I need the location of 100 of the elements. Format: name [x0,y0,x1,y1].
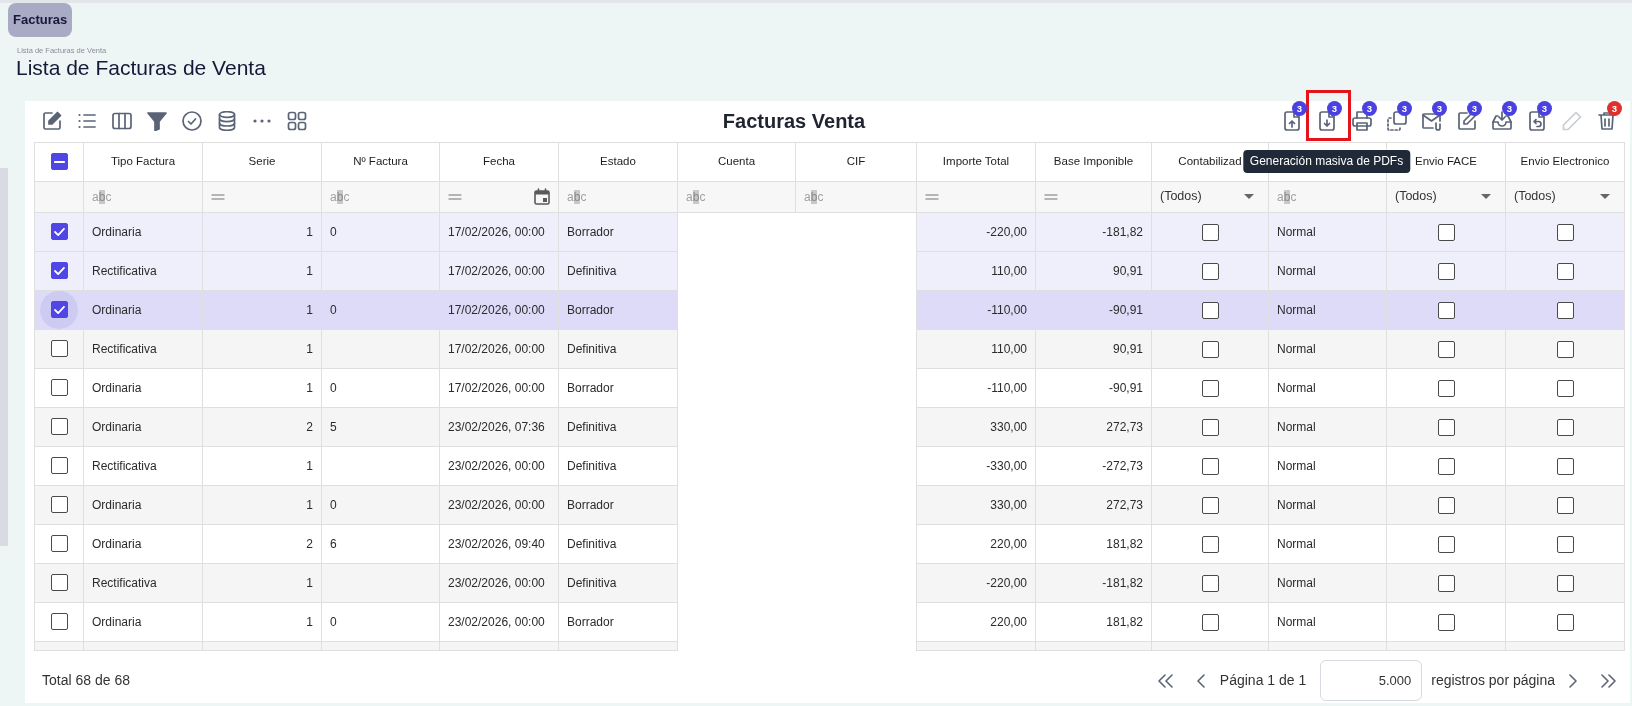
table-cell: Borrador [558,290,678,329]
checkbox[interactable] [1437,262,1455,280]
select-all-checkbox[interactable] [50,153,68,171]
row-checkbox[interactable] [50,223,68,240]
checkbox[interactable] [1556,262,1574,280]
check-icon [53,227,65,236]
table-cell: 1 [202,485,322,524]
table-cell: -220,00 [916,563,1036,602]
check-circle-icon [181,111,202,132]
table-cell: Borrador [558,602,678,641]
checkbox[interactable] [1437,457,1455,475]
row-checkbox[interactable] [50,574,68,591]
caret-icon [1244,194,1254,199]
column-header[interactable]: Fecha [483,154,515,167]
checkbox[interactable] [1556,379,1574,397]
table-cell: 0 [321,485,440,524]
checkbox[interactable] [1201,574,1219,592]
checkbox[interactable] [1437,496,1455,514]
checkbox[interactable] [1556,496,1574,514]
table-cell: 0 [321,290,440,329]
table-cell: 23/02/2026, 00:00 [439,485,559,524]
page-title: Lista de Facturas de Venta [16,55,267,80]
table-cell: 5 [321,407,440,446]
row-checkbox[interactable] [50,379,68,396]
page-size-field[interactable]: 5.000 [1320,660,1423,702]
checkbox[interactable] [1556,457,1574,475]
checkbox[interactable] [1437,418,1455,436]
row-checkbox[interactable] [50,535,68,552]
row-checkbox[interactable] [50,613,68,630]
filter-field[interactable] [1035,181,1152,212]
checkbox[interactable] [1556,223,1574,241]
column-header[interactable]: Cuenta [717,154,756,167]
column-header[interactable]: Nº Factura [353,154,408,167]
column-header[interactable]: Tipo Factura [110,154,176,167]
checkbox[interactable] [1556,613,1574,631]
table-cell: 220,00 [916,524,1036,563]
table-cell: Borrador [558,485,678,524]
checkbox[interactable] [1201,301,1219,319]
table-cell: 1 [202,329,322,368]
filter-dropdown[interactable]: (Todos) [1386,181,1506,212]
column-header[interactable]: Contabilizad [1178,154,1242,167]
checkbox[interactable] [1556,301,1574,319]
checkbox[interactable] [1556,340,1574,358]
column-header[interactable]: CIF [846,154,866,167]
checkbox[interactable] [1201,457,1219,475]
table-cell: -330,00 [916,446,1036,485]
count-badge: 3 [1432,101,1447,117]
table-cell: Ordinaria [83,485,203,524]
filter-field[interactable] [439,181,559,212]
row-checkbox[interactable] [50,418,68,435]
row-checkbox[interactable] [50,301,68,318]
table-cell: Definitiva [558,524,678,563]
file-download-icon [1316,111,1337,132]
checkbox[interactable] [1201,340,1219,358]
checkbox[interactable] [1556,418,1574,436]
checkbox[interactable] [1201,613,1219,631]
checkbox[interactable] [1437,301,1455,319]
checkbox[interactable] [1201,535,1219,553]
table-cell: 17/02/2026, 00:00 [439,368,559,407]
table-cell: 23/02/2026, 00:00 [439,446,559,485]
checkbox[interactable] [1556,535,1574,553]
checkbox[interactable] [1437,535,1455,553]
row-checkbox[interactable] [50,340,68,357]
column-header[interactable]: Serie [248,154,276,167]
table-cell: -110,00 [916,290,1036,329]
table-cell: 2 [202,524,322,563]
row-checkbox[interactable] [50,496,68,513]
checkbox[interactable] [1437,223,1455,241]
checkbox[interactable] [1201,262,1219,280]
checkbox[interactable] [1556,574,1574,592]
count-badge: 3 [1397,101,1412,117]
tab[interactable]: Facturas [8,3,73,37]
checkbox[interactable] [1201,496,1219,514]
table-cell: 1 [202,212,322,251]
column-header[interactable]: Estado [600,154,636,167]
checkbox[interactable] [1437,613,1455,631]
filter-dropdown[interactable]: (Todos) [1505,181,1625,212]
column-header[interactable]: Importe Total [942,154,1010,167]
checkbox[interactable] [1437,379,1455,397]
printer-icon [1351,111,1372,132]
row-checkbox[interactable] [50,262,68,279]
table-cell: 1 [202,368,322,407]
table-cell: 272,73 [1035,485,1152,524]
checkbox[interactable] [1437,574,1455,592]
table-cell: Normal [1268,212,1387,251]
filter-field[interactable] [916,181,1036,212]
filter-field[interactable] [202,181,322,212]
file-return-icon [1526,111,1547,132]
filter-dropdown[interactable]: (Todos) [1151,181,1269,212]
checkbox[interactable] [1437,340,1455,358]
table-cell: Normal [1268,524,1387,563]
checkbox[interactable] [1201,223,1219,241]
table-cell: Normal [1268,602,1387,641]
checkbox[interactable] [1201,418,1219,436]
row-checkbox[interactable] [50,457,68,474]
column-header[interactable]: Envio FACE [1415,154,1477,167]
table-cell: 1 [202,602,322,641]
mail-attachment-icon [1421,111,1442,132]
checkbox[interactable] [1201,379,1219,397]
table-cell: Ordinaria [83,290,203,329]
